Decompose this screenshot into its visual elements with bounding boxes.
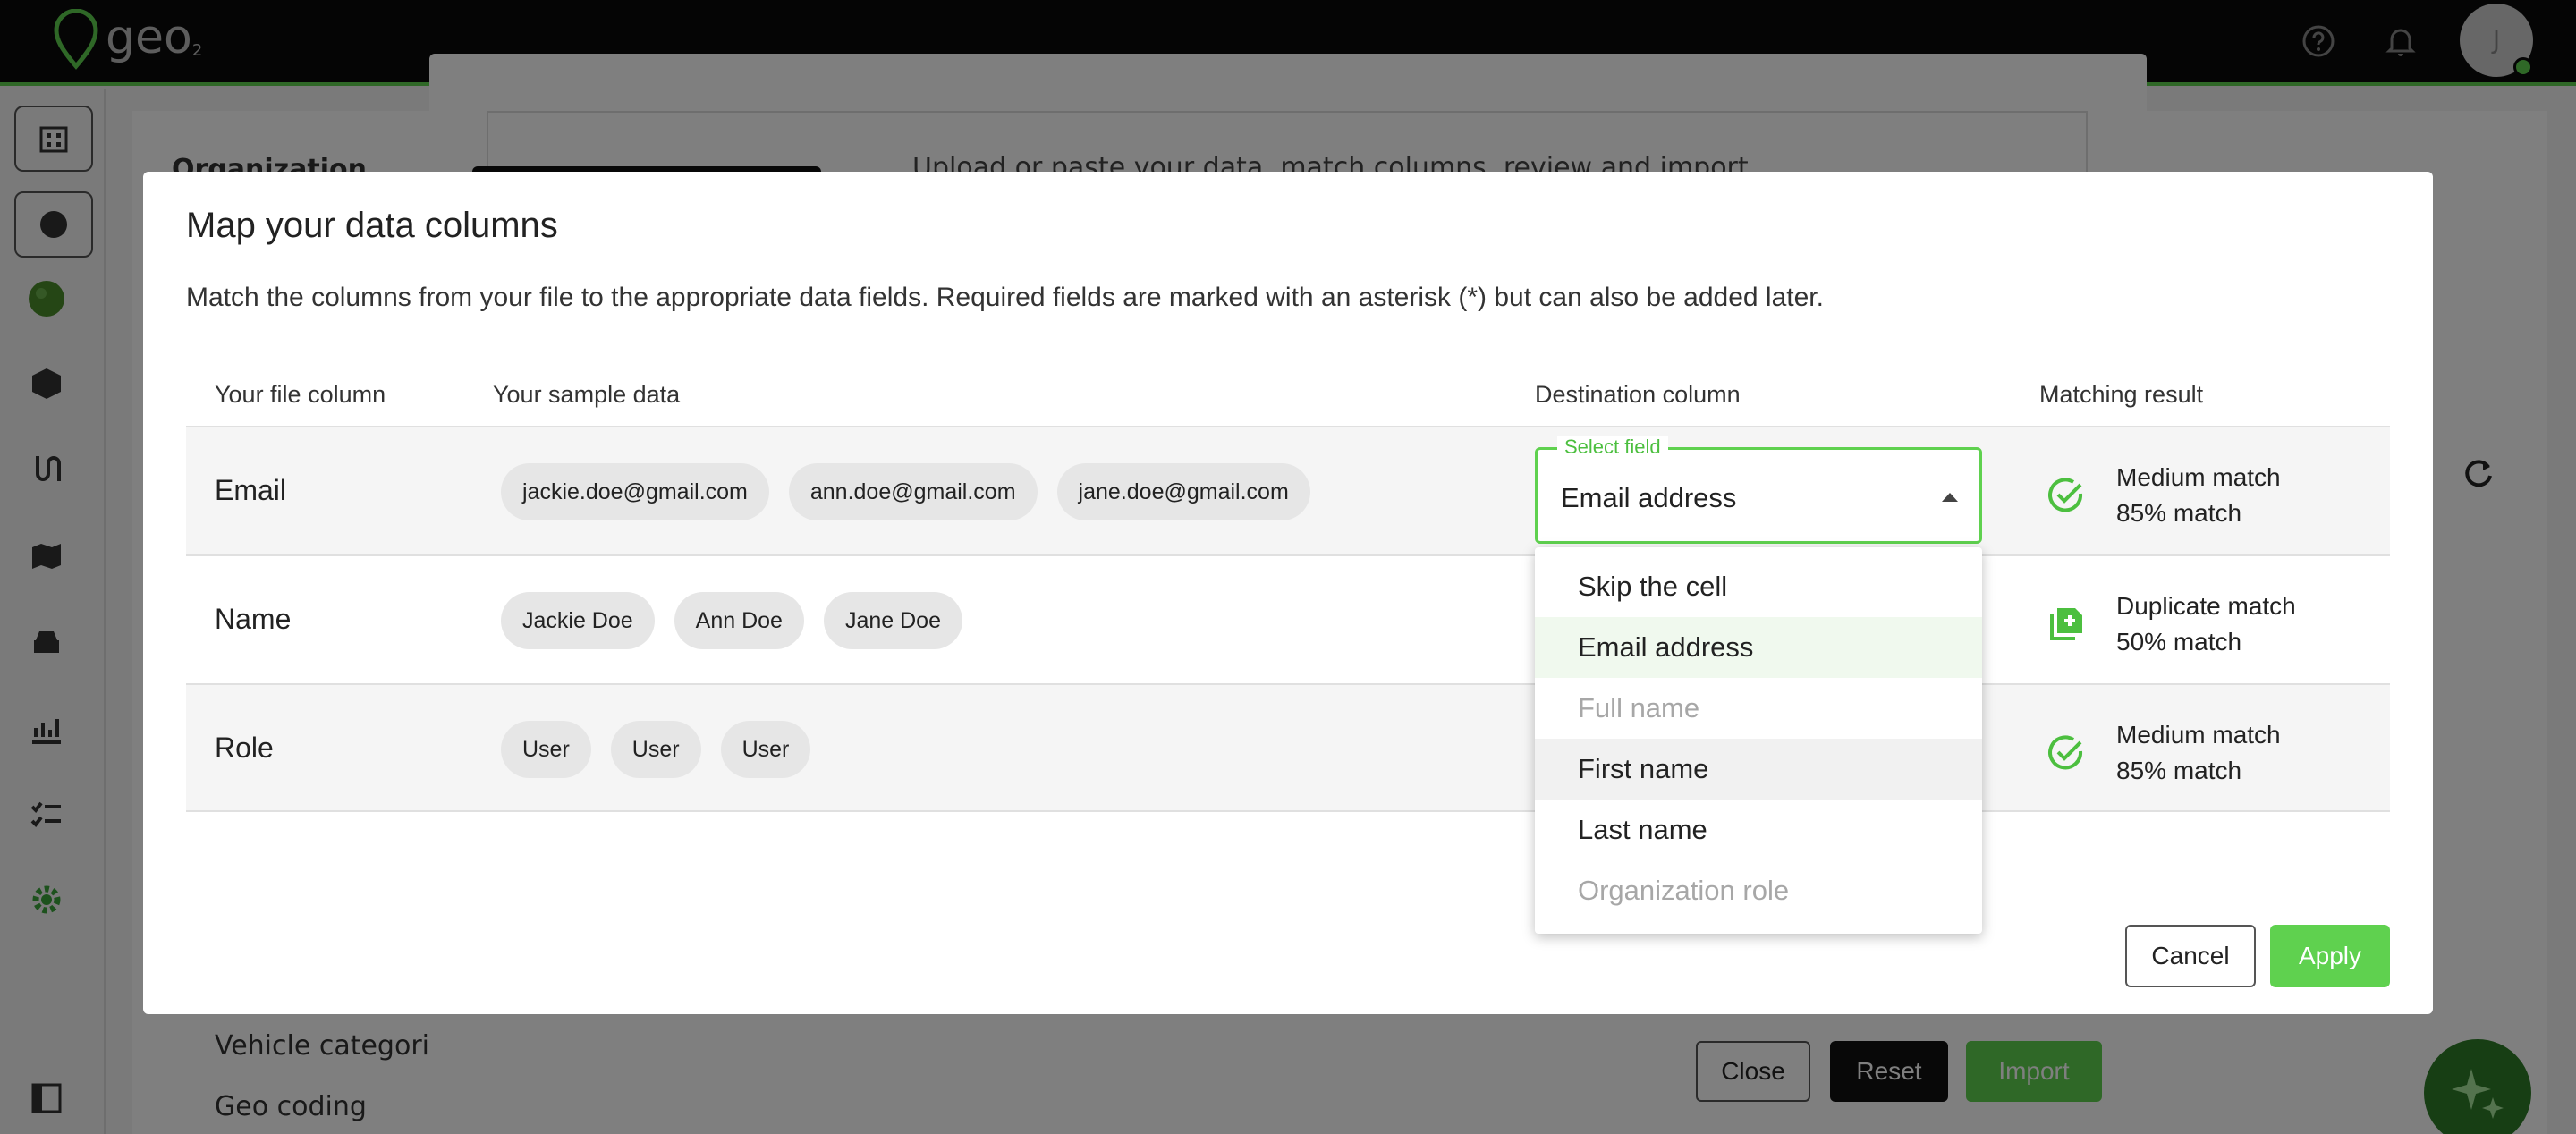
match-percent: 85% match (2116, 499, 2242, 527)
table-row: Email jackie.doe@gmail.com ann.doe@gmail… (186, 426, 2390, 554)
match-title: Medium match (2116, 721, 2281, 749)
sample-chip: User (610, 721, 701, 778)
dialog-description: Match the columns from your file to the … (186, 283, 1824, 312)
file-column-name: Name (215, 603, 292, 635)
sample-chip: jackie.doe@gmail.com (501, 463, 769, 520)
check-circle-icon (2046, 733, 2086, 773)
destination-dropdown-menu: Skip the cell Email address Full name Fi… (1535, 547, 1982, 934)
dialog-title: Map your data columns (186, 206, 558, 245)
table-row: Role User User User Medium match 85% mat… (186, 683, 2390, 812)
header-sample-data: Your sample data (493, 381, 681, 408)
sample-chip: User (720, 721, 811, 778)
dropdown-option-skip[interactable]: Skip the cell (1535, 556, 1982, 617)
match-percent: 50% match (2116, 628, 2242, 656)
dropdown-option-first-name[interactable]: First name (1535, 739, 1982, 800)
matching-result: Medium match 85% match (2046, 717, 2281, 789)
duplicate-icon (2046, 605, 2086, 644)
sample-chip: ann.doe@gmail.com (788, 463, 1038, 520)
select-label: Select field (1557, 436, 1668, 459)
dropdown-option-email[interactable]: Email address (1535, 617, 1982, 678)
apply-button[interactable]: Apply (2270, 925, 2390, 987)
sample-chip: Ann Doe (674, 592, 804, 649)
header-file-column: Your file column (215, 381, 386, 408)
cancel-button[interactable]: Cancel (2125, 925, 2256, 987)
destination-select[interactable]: Select field Email address (1535, 436, 1982, 544)
match-percent: 85% match (2116, 757, 2242, 784)
matching-result: Medium match 85% match (2046, 460, 2281, 531)
sample-chip: jane.doe@gmail.com (1056, 463, 1310, 520)
match-title: Duplicate match (2116, 592, 2296, 620)
dropdown-option-last-name[interactable]: Last name (1535, 800, 1982, 860)
sample-chips: jackie.doe@gmail.com ann.doe@gmail.com j… (501, 463, 1310, 520)
check-circle-icon (2046, 476, 2086, 515)
sample-chip: User (501, 721, 591, 778)
header-matching-result: Matching result (2039, 381, 2204, 408)
dropdown-option-org-role: Organization role (1578, 875, 1790, 906)
match-title: Medium match (2116, 463, 2281, 491)
file-column-name: Email (215, 474, 287, 506)
sample-chips: Jackie Doe Ann Doe Jane Doe (501, 592, 962, 649)
sample-chip: Jackie Doe (501, 592, 655, 649)
select-value: Email address (1561, 482, 1737, 513)
table-row: Name Jackie Doe Ann Doe Jane Doe Duplica… (186, 554, 2390, 683)
dropdown-option-full-name: Full name (1578, 692, 1700, 724)
caret-up-icon[interactable] (1942, 493, 1958, 502)
header-destination-column: Destination column (1535, 381, 1741, 408)
sample-chips: User User User (501, 721, 811, 778)
map-columns-dialog: Map your data columns Match the columns … (143, 172, 2433, 1014)
sample-chip: Jane Doe (823, 592, 962, 649)
matching-result: Duplicate match 50% match (2046, 588, 2296, 660)
file-column-name: Role (215, 732, 274, 764)
